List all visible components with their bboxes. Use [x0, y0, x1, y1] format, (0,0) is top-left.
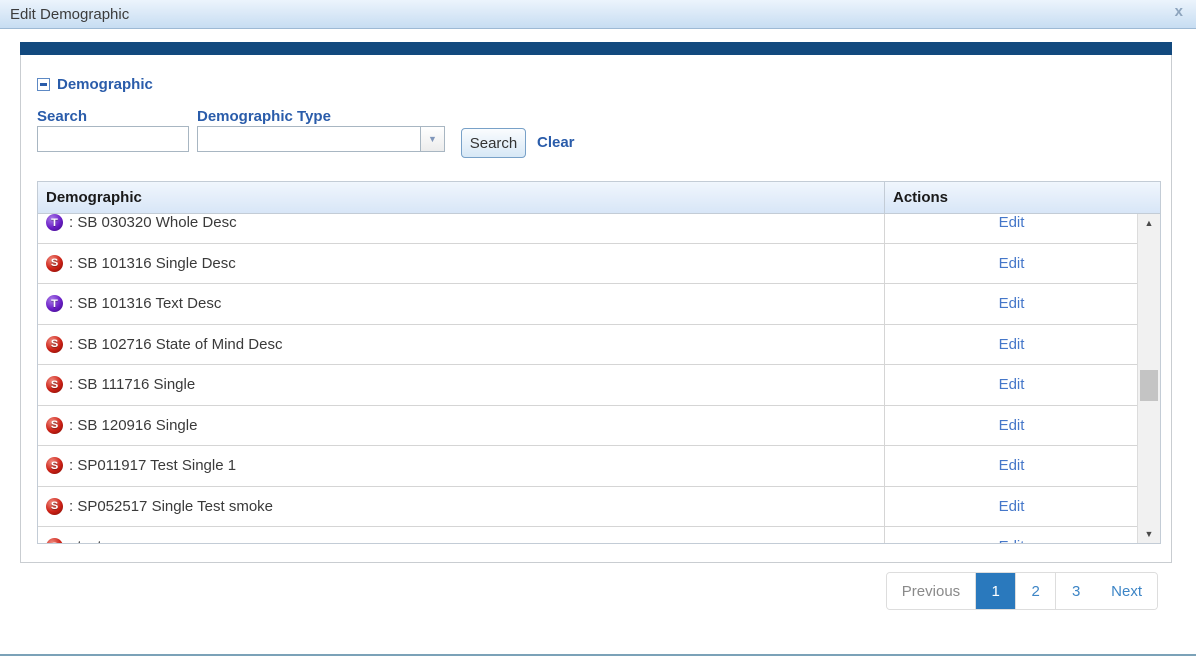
table-body-viewport: T : SB 030320 Whole Desc Edit S : SB 101…: [37, 214, 1161, 544]
dialog-titlebar: Edit Demographic: [0, 0, 1196, 29]
demographic-type-icon: S: [46, 417, 63, 434]
demographic-type-icon: S: [46, 457, 63, 474]
table-row: S : SB 111716 Single Edit: [38, 365, 1160, 406]
actions-cell: Edit: [885, 487, 1138, 527]
demographic-type-icon: S: [46, 498, 63, 515]
collapse-minus-icon[interactable]: [37, 78, 50, 91]
dialog-title: Edit Demographic: [10, 6, 129, 23]
table-row: S : SP011917 Test Single 1 Edit: [38, 446, 1160, 487]
demographic-cell: T : SB 101316 Text Desc: [38, 284, 885, 324]
scrollbar-thumb[interactable]: [1140, 370, 1158, 401]
demographic-name: : test: [69, 538, 102, 544]
demographic-cell: S : SB 102716 State of Mind Desc: [38, 325, 885, 365]
actions-cell: Edit: [885, 284, 1138, 324]
actions-cell: Edit: [885, 446, 1138, 486]
edit-link[interactable]: Edit: [999, 417, 1025, 434]
pagination-page-1[interactable]: 1: [976, 573, 1016, 609]
table-row: S : SB 120916 Single Edit: [38, 406, 1160, 447]
table-rows: T : SB 030320 Whole Desc Edit S : SB 101…: [38, 214, 1160, 544]
demographic-name: : SB 111716 Single: [69, 376, 195, 393]
scroll-up-icon[interactable]: ▲: [1138, 214, 1160, 232]
demographic-name: : SB 120916 Single: [69, 417, 197, 434]
actions-cell: Edit: [885, 325, 1138, 365]
pagination-previous[interactable]: Previous: [887, 573, 976, 609]
edit-link[interactable]: Edit: [999, 255, 1025, 272]
pagination-page-3[interactable]: 3: [1056, 573, 1096, 609]
dropdown-button[interactable]: ▼: [420, 126, 445, 152]
bottom-divider: [0, 654, 1196, 656]
search-label: Search: [37, 108, 87, 125]
search-button[interactable]: Search: [461, 128, 526, 158]
edit-link[interactable]: Edit: [999, 457, 1025, 474]
actions-cell: Edit: [885, 365, 1138, 405]
chevron-down-icon: ▼: [428, 134, 437, 144]
edit-link[interactable]: Edit: [999, 538, 1025, 544]
demographic-name: : SB 030320 Whole Desc: [69, 214, 237, 231]
pagination-page-2[interactable]: 2: [1016, 573, 1056, 609]
demographic-name: : SP052517 Single Test smoke: [69, 498, 273, 515]
section-title: Demographic: [57, 76, 153, 93]
close-icon[interactable]: x: [1175, 3, 1183, 20]
demographic-cell: S : SP011917 Test Single 1: [38, 446, 885, 486]
demographic-table: Demographic Actions T : SB 030320 Whole …: [37, 181, 1161, 544]
column-header-actions: Actions: [885, 182, 1160, 213]
pagination-next[interactable]: Next: [1096, 573, 1157, 609]
table-row: S : SB 101316 Single Desc Edit: [38, 244, 1160, 285]
actions-cell: Edit: [885, 244, 1138, 284]
demographic-type-icon: S: [46, 255, 63, 272]
demographic-type-icon: S: [46, 538, 63, 544]
search-input[interactable]: [37, 126, 189, 152]
edit-link[interactable]: Edit: [999, 336, 1025, 353]
table-header: Demographic Actions: [37, 181, 1161, 214]
table-row: T : SB 030320 Whole Desc Edit: [38, 214, 1160, 244]
demographic-type-icon: S: [46, 336, 63, 353]
demographic-type-label: Demographic Type: [197, 108, 331, 125]
section-header: Demographic: [37, 76, 153, 93]
demographic-name: : SP011917 Test Single 1: [69, 457, 236, 474]
demographic-cell: S : SB 101316 Single Desc: [38, 244, 885, 284]
demographic-type-input[interactable]: [197, 126, 420, 152]
demographic-type-select[interactable]: ▼: [197, 126, 445, 152]
actions-cell: Edit: [885, 527, 1138, 544]
panel-header-bar: [20, 42, 1172, 55]
vertical-scrollbar[interactable]: ▲ ▼: [1137, 214, 1160, 543]
demographic-panel: Demographic Search Demographic Type ▼ Se…: [20, 42, 1172, 563]
table-row: T : SB 101316 Text Desc Edit: [38, 284, 1160, 325]
demographic-name: : SB 101316 Single Desc: [69, 255, 236, 272]
demographic-name: : SB 102716 State of Mind Desc: [69, 336, 282, 353]
demographic-cell: T : SB 030320 Whole Desc: [38, 214, 885, 243]
edit-link[interactable]: Edit: [999, 295, 1025, 312]
pagination: Previous 123 Next: [886, 572, 1158, 610]
demographic-cell: S : SB 111716 Single: [38, 365, 885, 405]
demographic-name: : SB 101316 Text Desc: [69, 295, 221, 312]
actions-cell: Edit: [885, 406, 1138, 446]
demographic-type-icon: S: [46, 376, 63, 393]
edit-link[interactable]: Edit: [999, 498, 1025, 515]
edit-link[interactable]: Edit: [999, 214, 1025, 231]
demographic-cell: S : SP052517 Single Test smoke: [38, 487, 885, 527]
demographic-cell: S : SB 120916 Single: [38, 406, 885, 446]
scroll-down-icon[interactable]: ▼: [1138, 525, 1160, 543]
demographic-type-icon: T: [46, 214, 63, 231]
demographic-type-icon: T: [46, 295, 63, 312]
demographic-cell: S : test: [38, 527, 885, 544]
table-row: S : test Edit: [38, 527, 1160, 544]
edit-link[interactable]: Edit: [999, 376, 1025, 393]
column-header-demographic: Demographic: [38, 182, 885, 213]
clear-link[interactable]: Clear: [537, 134, 575, 151]
table-row: S : SP052517 Single Test smoke Edit: [38, 487, 1160, 528]
actions-cell: Edit: [885, 214, 1138, 243]
table-row: S : SB 102716 State of Mind Desc Edit: [38, 325, 1160, 366]
